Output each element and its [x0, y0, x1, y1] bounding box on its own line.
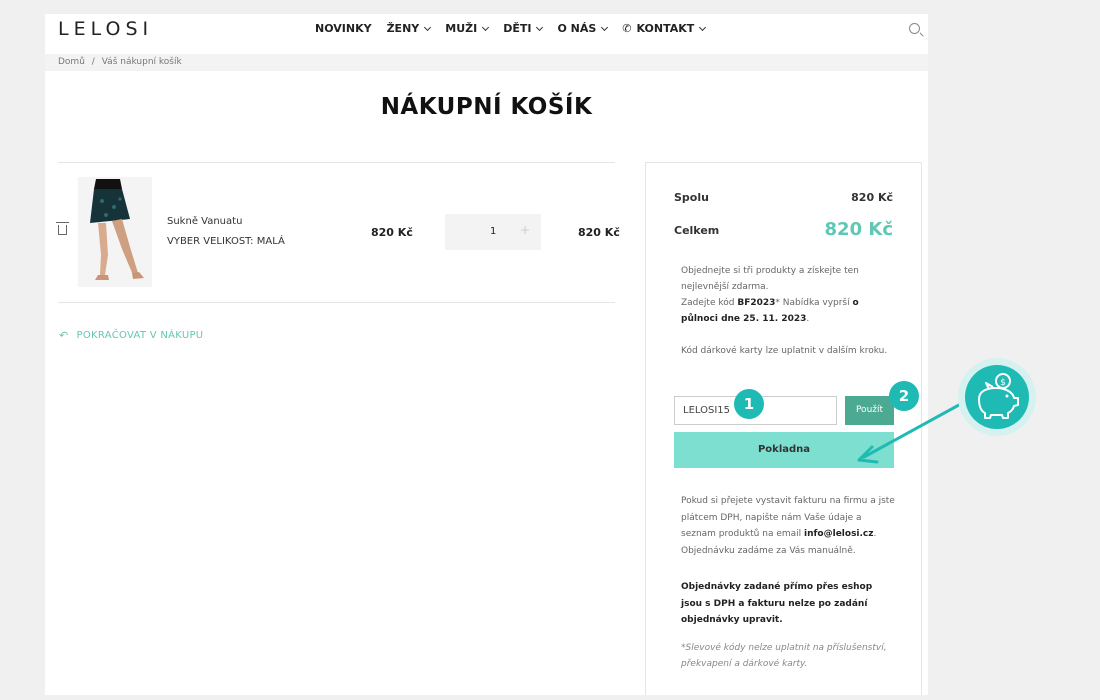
nav-label: KONTAKT: [636, 22, 695, 35]
logo[interactable]: LELOSI: [58, 18, 153, 40]
nav-item-kontakt[interactable]: ✆ KONTAKT: [622, 22, 707, 35]
continue-label: POKRAČOVAT V NÁKUPU: [76, 330, 204, 341]
chevron-down-icon: [699, 23, 707, 31]
product-total: 820 Kč: [578, 226, 620, 239]
quantity-value[interactable]: 1: [490, 226, 496, 237]
product-size: VYBER VELIKOST: MALÁ: [167, 236, 285, 247]
breadcrumb-home[interactable]: Domů: [58, 57, 85, 67]
phone-icon: ✆: [622, 22, 632, 35]
main-nav: NOVINKY ŽENY MUŽI DĚTI O NÁS ✆ KONTAKT: [315, 22, 720, 35]
nav-label: MUŽI: [445, 22, 478, 35]
trash-icon[interactable]: [56, 222, 69, 235]
promo-code: BF2023: [737, 298, 776, 308]
divider: [58, 302, 615, 303]
chevron-down-icon: [482, 23, 490, 31]
quantity-plus-button[interactable]: +: [520, 223, 530, 237]
nav-item-muzi[interactable]: MUŽI: [445, 22, 490, 35]
chevron-down-icon: [601, 23, 609, 31]
excluded-note: *Slevové kódy nelze uplatnit na přísluše…: [681, 643, 887, 669]
nav-item-novinky[interactable]: NOVINKY: [315, 22, 372, 35]
breadcrumb-current: Váš nákupní košík: [101, 57, 182, 67]
annotation-badge-1: 1: [734, 389, 764, 419]
promo-text: Objednejte si tři produkty a získejte te…: [681, 263, 896, 327]
product-image[interactable]: [78, 177, 152, 287]
nav-item-o-nas[interactable]: O NÁS: [557, 22, 609, 35]
invoice-note: Pokud si přejete vystavit fakturu na fir…: [681, 493, 896, 559]
promo-line: Objednejte si tři produkty a získejte te…: [681, 266, 859, 292]
invoice-email[interactable]: info@lelosi.cz: [804, 529, 873, 539]
nav-label: O NÁS: [557, 22, 597, 35]
subtotal-label: Spolu: [674, 191, 709, 204]
piggy-bank-icon: $: [978, 373, 1019, 419]
total-label: Celkem: [674, 224, 720, 237]
nav-label: NOVINKY: [315, 22, 372, 35]
divider: [58, 162, 615, 163]
piggy-bank-badge: $: [958, 358, 1036, 436]
gift-card-note: Kód dárkové karty lze uplatnit v dalším …: [681, 346, 888, 356]
chevron-down-icon: [536, 23, 544, 31]
product-price: 820 Kč: [371, 226, 413, 239]
vat-note: Objednávky zadané přímo přes eshop jsou …: [681, 582, 873, 625]
promo-end: .: [806, 314, 810, 324]
nav-item-zeny[interactable]: ŽENY: [386, 22, 432, 35]
page-title: NÁKUPNÍ KOŠÍK: [380, 94, 593, 120]
promo-line: Zadejte kód: [681, 298, 738, 308]
nav-label: ŽENY: [386, 22, 420, 35]
nav-item-deti[interactable]: DĚTI: [503, 22, 544, 35]
product-name[interactable]: Sukně Vanuatu: [167, 216, 242, 227]
svg-text:$: $: [1000, 378, 1006, 388]
annotation-arrow-icon: [857, 398, 970, 464]
breadcrumb: Domů / Váš nákupní košík: [45, 54, 928, 71]
continue-shopping-link[interactable]: ↶ POKRAČOVAT V NÁKUPU: [59, 329, 203, 342]
breadcrumb-separator: /: [91, 57, 95, 67]
chevron-down-icon: [424, 23, 432, 31]
nav-label: DĚTI: [503, 22, 532, 35]
total-value: 820 Kč: [824, 219, 893, 240]
back-arrow-icon: ↶: [59, 329, 69, 342]
page: LELOSI NOVINKY ŽENY MUŽI DĚTI O NÁS ✆ KON…: [45, 14, 928, 695]
subtotal-value: 820 Kč: [851, 191, 893, 204]
promo-line: * Nabídka vyprší: [775, 298, 853, 308]
search-icon[interactable]: [909, 23, 920, 34]
